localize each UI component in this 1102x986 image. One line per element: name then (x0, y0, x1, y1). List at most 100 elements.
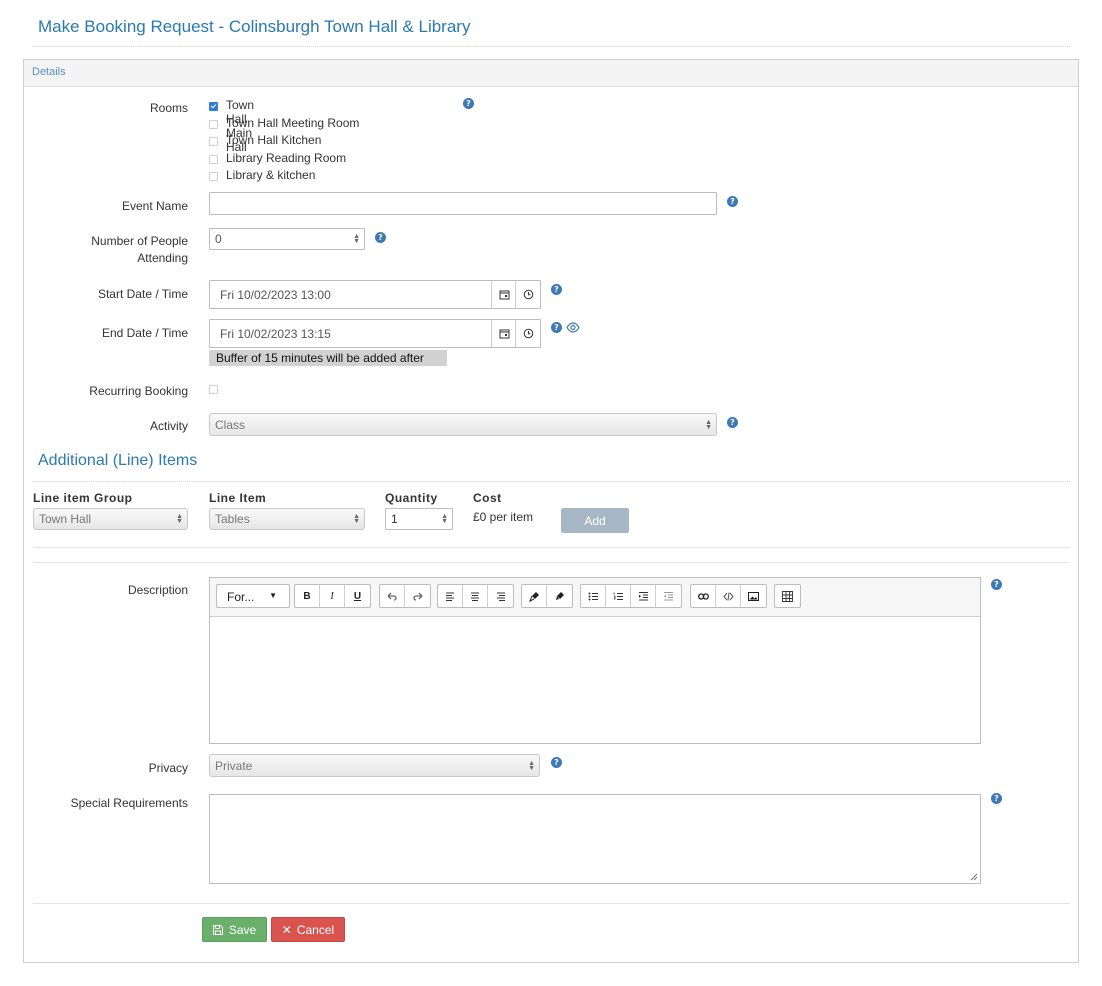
clear-format-icon[interactable] (547, 585, 572, 607)
bold-button[interactable]: B (295, 585, 320, 607)
stepper-arrows-icon[interactable]: ▲ ▼ (353, 233, 360, 245)
paint-brush-icon[interactable] (522, 585, 547, 607)
recurring-label: Recurring Booking (89, 384, 188, 398)
room-checkbox-library-kitchen[interactable] (209, 172, 218, 181)
page-title: Make Booking Request - Colinsburgh Town … (38, 17, 471, 36)
description-help-icon[interactable]: ? (991, 579, 1002, 590)
x-icon: ✕ (281, 922, 292, 937)
text-style-group: B I U (294, 584, 371, 608)
line-item-select[interactable]: Tables ▲ ▼ (209, 508, 365, 530)
list-group (580, 584, 682, 608)
floppy-icon (212, 924, 223, 935)
end-help-icon[interactable]: ? (551, 322, 562, 333)
line-items-divider (33, 481, 1070, 482)
people-stepper[interactable]: 0 ▲ ▼ (209, 228, 365, 250)
rooms-help-icon[interactable]: ? (463, 98, 474, 109)
editor-toolbar: For... ▼ B I U (210, 578, 980, 617)
outdent-icon[interactable] (656, 585, 681, 607)
quantity-header: Quantity (385, 491, 438, 505)
calendar-icon[interactable] (491, 320, 516, 347)
room-label: Library Reading Room (226, 150, 347, 165)
format-dropdown[interactable]: For... ▼ (216, 584, 290, 608)
start-label: Start Date / Time (97, 287, 188, 301)
link-icon[interactable] (691, 585, 716, 607)
indent-icon[interactable] (631, 585, 656, 607)
special-requirements-help-icon[interactable]: ? (991, 793, 1002, 804)
room-checkbox-kitchen[interactable] (209, 137, 218, 146)
line-items-bottom-divider (33, 547, 1070, 548)
room-checkbox-main-hall[interactable] (209, 102, 218, 111)
align-left-icon[interactable] (438, 585, 463, 607)
table-icon[interactable] (775, 585, 800, 607)
cancel-button[interactable]: ✕ Cancel (271, 917, 345, 942)
line-items-title: Additional (Line) Items (38, 452, 198, 469)
start-datetime-input[interactable]: Fri 10/02/2023 13:00 (209, 280, 541, 309)
privacy-select[interactable]: Private ▲ ▼ (209, 754, 540, 777)
special-requirements-textarea[interactable] (209, 794, 981, 884)
eye-icon[interactable] (566, 322, 580, 336)
underline-button[interactable]: U (345, 585, 370, 607)
table-group (774, 584, 801, 608)
buffer-note: Buffer of 15 minutes will be added after (209, 350, 447, 366)
line-item-group-select[interactable]: Town Hall ▲ ▼ (33, 508, 188, 530)
details-panel-title: Details (32, 66, 66, 78)
insert-group (690, 584, 767, 608)
special-requirements-label: Special Requirements (70, 796, 188, 810)
recurring-checkbox[interactable] (209, 385, 218, 394)
end-datetime-input[interactable]: Fri 10/02/2023 13:15 (209, 319, 541, 348)
privacy-label: Privacy (148, 761, 188, 775)
room-checkbox-meeting-room[interactable] (209, 119, 218, 129)
bullet-list-icon[interactable] (581, 585, 606, 607)
event-name-help-icon[interactable]: ? (727, 196, 738, 207)
line-item-group-header: Line item Group (33, 491, 133, 505)
room-label: Town Hall Meeting Room (226, 115, 360, 130)
numbered-list-icon[interactable] (606, 585, 631, 607)
title-divider (33, 46, 1070, 47)
room-checkbox-reading-room[interactable] (209, 154, 218, 164)
clock-icon[interactable] (515, 281, 540, 308)
activity-label: Activity (149, 419, 188, 433)
image-icon[interactable] (741, 585, 766, 607)
chevron-updown-icon: ▲ ▼ (176, 513, 183, 525)
rooms-label: Rooms (149, 101, 188, 115)
event-name-input[interactable] (209, 192, 717, 215)
align-right-icon[interactable] (488, 585, 513, 607)
align-center-icon[interactable] (463, 585, 488, 607)
resize-handle-icon[interactable] (970, 873, 978, 881)
room-label: Library & kitchen (226, 168, 316, 182)
description-top-divider (33, 562, 1070, 563)
people-help-icon[interactable]: ? (375, 232, 386, 243)
caret-down-icon: ▼ (269, 591, 277, 600)
unlink-icon[interactable] (716, 585, 741, 607)
cost-value: £0 per item (473, 510, 534, 524)
room-label: Town Hall Kitchen (226, 133, 322, 147)
end-label: End Date / Time (101, 326, 188, 340)
people-label-line1: Number of People (91, 234, 188, 248)
editor-body[interactable] (210, 617, 980, 743)
chevron-updown-icon: ▲ ▼ (353, 513, 360, 525)
alignment-group (437, 584, 514, 608)
quantity-stepper[interactable]: 1 ▲ ▼ (385, 508, 453, 530)
event-name-label: Event Name (121, 199, 188, 213)
privacy-help-icon[interactable]: ? (551, 757, 562, 768)
actions-divider (33, 903, 1070, 904)
description-editor[interactable]: For... ▼ B I U (209, 577, 981, 744)
stepper-arrows-icon[interactable]: ▲ ▼ (441, 513, 448, 525)
format-painter-group (521, 584, 573, 608)
start-help-icon[interactable]: ? (551, 284, 562, 295)
activity-select[interactable]: Class ▲ ▼ (209, 413, 717, 436)
people-label-line2: Attending (137, 251, 188, 265)
save-button[interactable]: Save (202, 917, 267, 942)
details-panel-header: Details (24, 60, 1078, 87)
line-item-header: Line Item (209, 491, 267, 505)
clock-icon[interactable] (515, 320, 540, 347)
activity-help-icon[interactable]: ? (727, 417, 738, 428)
redo-icon[interactable] (405, 585, 430, 607)
italic-button[interactable]: I (320, 585, 345, 607)
description-label: Description (127, 583, 188, 597)
undo-redo-group (379, 584, 431, 608)
undo-icon[interactable] (380, 585, 405, 607)
add-line-item-button[interactable]: Add (561, 508, 629, 533)
cost-header: Cost (473, 491, 502, 505)
calendar-icon[interactable] (491, 281, 516, 308)
